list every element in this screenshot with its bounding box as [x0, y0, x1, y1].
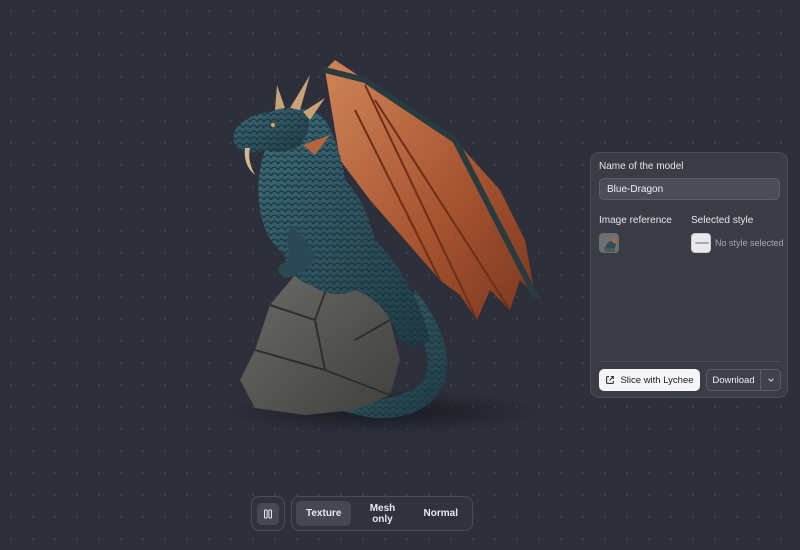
no-style-text: No style selected — [715, 238, 784, 248]
image-reference-thumbnail[interactable] — [599, 233, 619, 253]
model-name-input[interactable] — [599, 178, 780, 200]
external-link-icon — [606, 376, 615, 384]
columns-icon — [264, 509, 272, 518]
chevron-down-icon — [767, 378, 774, 382]
no-style-glyph — [695, 242, 709, 244]
slice-with-lychee-button[interactable]: Slice with Lychee — [599, 369, 700, 391]
columns-toggle-button[interactable] — [257, 502, 279, 525]
tab-texture[interactable]: Texture — [296, 501, 352, 526]
download-button-group: Download — [706, 369, 781, 391]
model-details-panel: Name of the model Image reference Select… — [590, 152, 788, 398]
download-button[interactable]: Download — [707, 370, 760, 390]
selected-style-label: Selected style — [691, 215, 754, 226]
model-name-label: Name of the model — [599, 161, 684, 172]
tab-normal[interactable]: Normal — [414, 501, 468, 526]
render-mode-tabs: Texture Mesh only Normal — [291, 496, 473, 531]
style-placeholder-thumbnail[interactable] — [691, 233, 711, 253]
view-toggle-toolbar — [251, 496, 285, 531]
download-options-button[interactable] — [760, 370, 780, 390]
model-viewport[interactable]: Name of the model Image reference Select… — [0, 0, 800, 550]
dragon-model-render[interactable] — [215, 50, 560, 450]
panel-divider — [599, 361, 780, 362]
image-reference-label: Image reference — [599, 215, 672, 226]
slice-button-label: Slice with Lychee — [620, 374, 694, 386]
tab-mesh-only[interactable]: Mesh only — [353, 501, 411, 526]
